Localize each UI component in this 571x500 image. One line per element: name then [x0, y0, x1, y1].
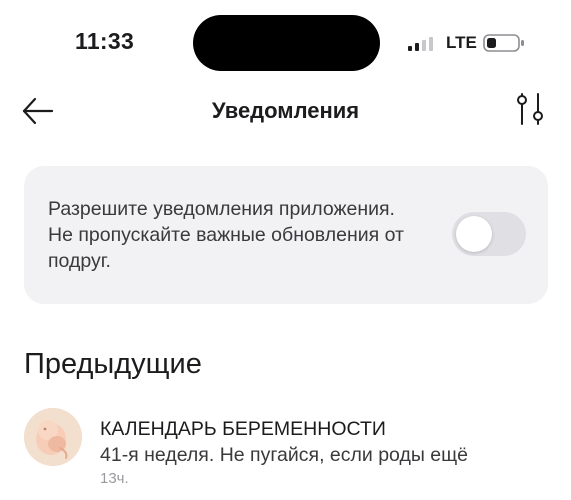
notification-body: 41-я неделя. Не пугайся, если роды ещё: [100, 444, 469, 466]
filter-settings-button[interactable]: [510, 92, 550, 128]
notification-item[interactable]: КАЛЕНДАРЬ БЕРЕМЕННОСТИ 41-я неделя. Не п…: [0, 400, 571, 500]
notification-title: КАЛЕНДАРЬ БЕРЕМЕННОСТИ: [100, 418, 386, 440]
dynamic-island: [193, 15, 380, 71]
page-title: Уведомления: [211, 98, 360, 123]
permission-message: Разрешите уведомления приложения. Не про…: [48, 198, 404, 272]
toggle-knob: [456, 216, 492, 252]
network-label: LTE: [446, 33, 477, 52]
battery-low-icon: [483, 34, 524, 52]
notifications-toggle[interactable]: [452, 212, 526, 256]
section-title-previous: Предыдущие: [24, 348, 202, 380]
notification-permission-card: Разрешите уведомления приложения. Не про…: [24, 166, 548, 304]
pregnancy-calendar-avatar: [24, 408, 82, 466]
signal-bars-icon: [408, 37, 433, 51]
sliders-icon: [517, 93, 543, 125]
fetus-illustration-icon: [24, 408, 82, 466]
status-time: 11:33: [75, 28, 135, 54]
status-bar: 11:33 LTE: [0, 0, 571, 80]
navigation-bar: Уведомления: [0, 80, 571, 140]
notification-time: 13ч.: [100, 470, 129, 487]
